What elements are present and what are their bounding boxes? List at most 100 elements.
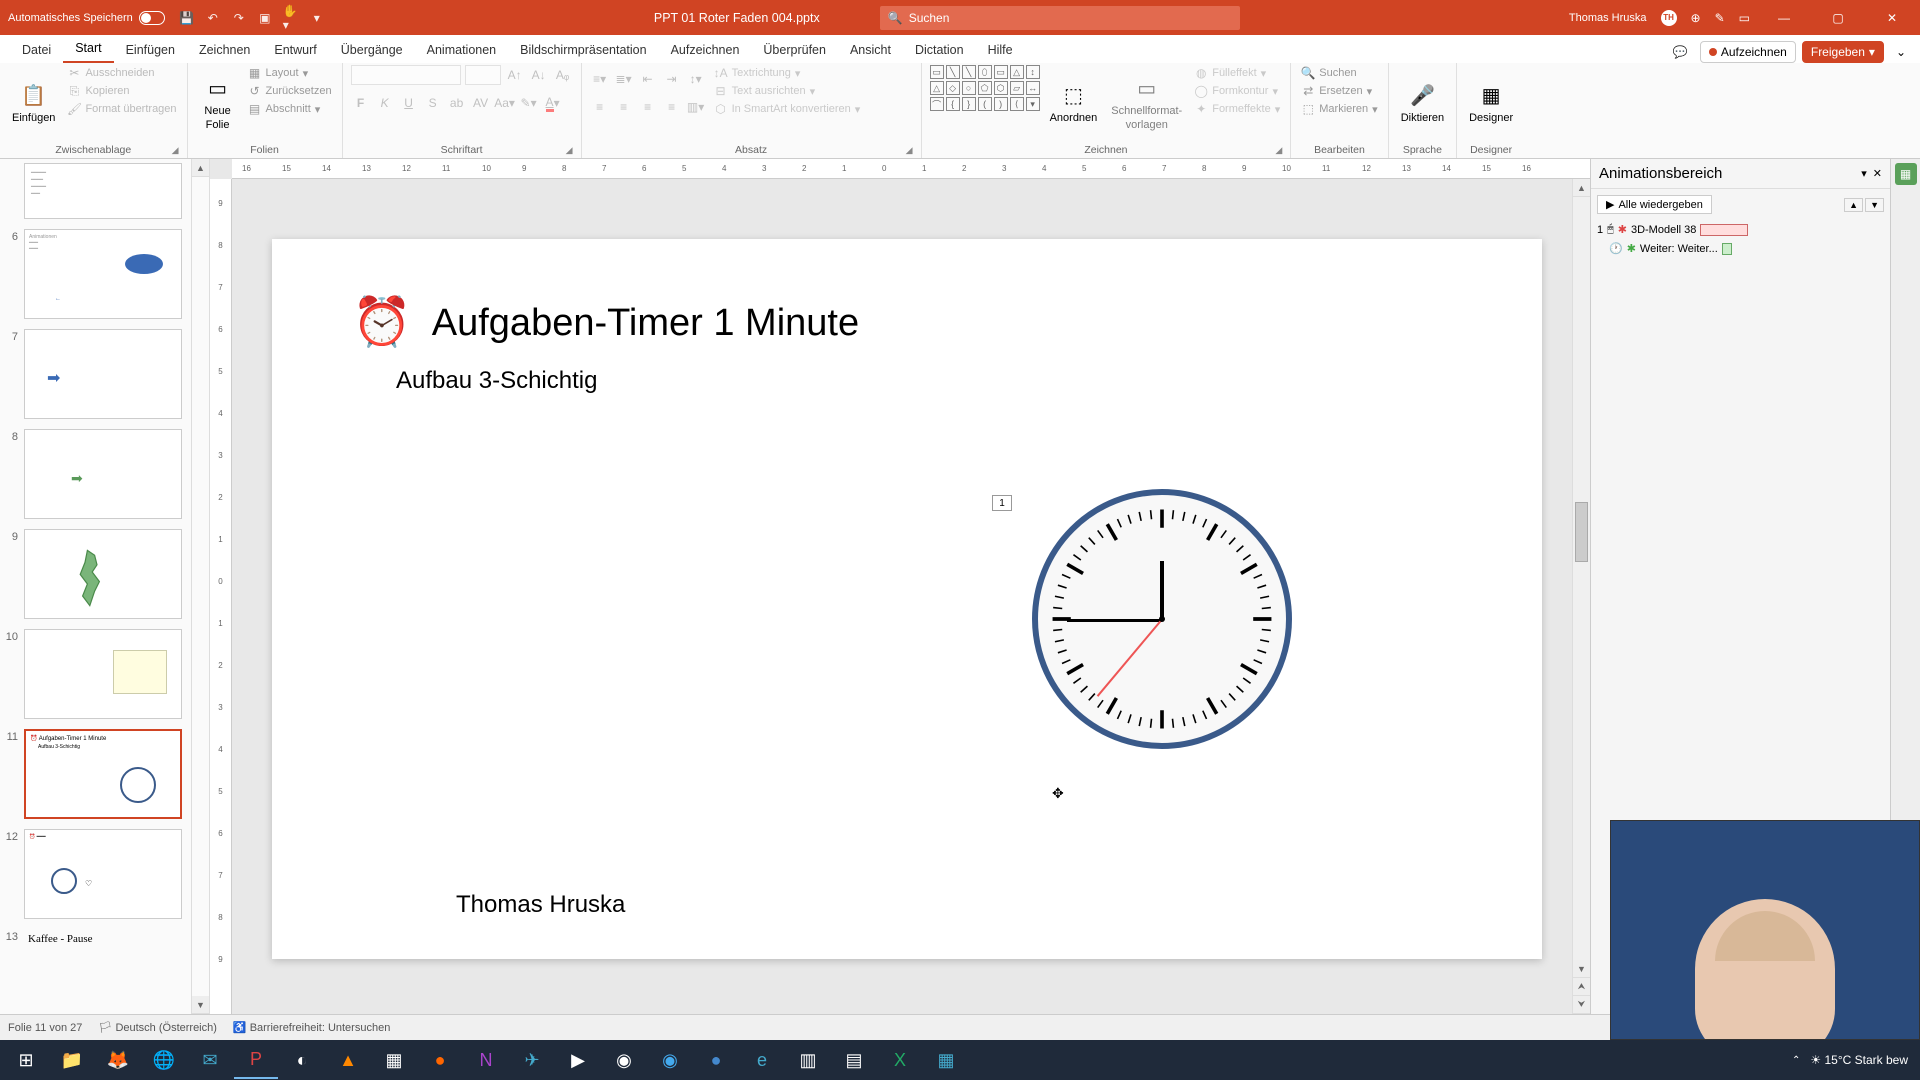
obs-icon[interactable]: ◉ (602, 1041, 646, 1079)
section-button[interactable]: ▤Abschnitt ▾ (246, 101, 334, 117)
slide-canvas[interactable]: ⏰ Aufgaben-Timer 1 Minute Aufbau 3-Schic… (232, 179, 1590, 1014)
arrange-button[interactable]: ⬚Anordnen (1046, 65, 1102, 142)
fill-button[interactable]: ◍Fülleffekt ▾ (1192, 65, 1282, 81)
numbering-icon[interactable]: ≣▾ (614, 69, 634, 89)
scroll-down-icon[interactable]: ▼ (192, 996, 209, 1014)
thumb-8[interactable]: 8➡ (4, 429, 189, 519)
tab-hilfe[interactable]: Hilfe (976, 37, 1025, 63)
new-slide-button[interactable]: ▭ Neue Folie (196, 65, 240, 142)
addon-icon[interactable]: ▦ (1895, 163, 1917, 185)
reset-button[interactable]: ↺Zurücksetzen (246, 83, 334, 99)
select-button[interactable]: ⬚Markieren ▾ (1299, 101, 1379, 117)
decrease-font-icon[interactable]: A↓ (529, 65, 549, 85)
weather-widget[interactable]: ☀ 15°C Stark bew (1810, 1053, 1908, 1067)
tray-expand-icon[interactable]: ⌃ (1792, 1055, 1800, 1066)
file-explorer-icon[interactable]: 📁 (50, 1041, 94, 1079)
thumb-7[interactable]: 7➡ (4, 329, 189, 419)
strike-icon[interactable]: S (423, 93, 443, 113)
line-spacing-icon[interactable]: ↕▾ (686, 69, 706, 89)
scroll-down-icon[interactable]: ▼ (1573, 960, 1590, 978)
minimize-button[interactable]: — (1764, 3, 1804, 33)
save-icon[interactable]: 💾 (179, 10, 195, 26)
launcher-icon[interactable]: ◢ (1275, 145, 1282, 156)
columns-icon[interactable]: ▥▾ (686, 97, 706, 117)
onenote-icon[interactable]: N (464, 1041, 508, 1079)
collapse-ribbon-icon[interactable]: ⌄ (1890, 42, 1912, 62)
shadow-icon[interactable]: ab (447, 93, 467, 113)
pane-close-icon[interactable]: ✕ (1873, 167, 1882, 180)
app-icon[interactable]: ◐ (280, 1041, 324, 1079)
redo-icon[interactable]: ↷ (231, 10, 247, 26)
outlook-icon[interactable]: ✉ (188, 1041, 232, 1079)
accessibility-status[interactable]: ♿ Barrierefreiheit: Untersuchen (233, 1021, 390, 1034)
tab-animationen[interactable]: Animationen (415, 37, 509, 63)
thumb-10[interactable]: 10 (4, 629, 189, 719)
layout-button[interactable]: ▦Layout ▾ (246, 65, 334, 81)
user-name[interactable]: Thomas Hruska (1569, 12, 1647, 24)
autosave-toggle[interactable]: Automatisches Speichern (4, 11, 169, 25)
indent-dec-icon[interactable]: ⇤ (638, 69, 658, 89)
window-options-icon[interactable]: ▭ (1739, 11, 1750, 25)
maximize-button[interactable]: ▢ (1818, 3, 1858, 33)
canvas-scrollbar[interactable]: ▲ ▼ ⮝ ⮟ (1572, 179, 1590, 1014)
tab-dictation[interactable]: Dictation (903, 37, 976, 63)
share-button[interactable]: Freigeben ▾ (1802, 41, 1884, 63)
align-right-icon[interactable]: ≡ (638, 97, 658, 117)
thumb-9[interactable]: 9 (4, 529, 189, 619)
spacing-icon[interactable]: AV (471, 93, 491, 113)
prev-slide-icon[interactable]: ⮝ (1573, 978, 1590, 996)
align-center-icon[interactable]: ≡ (614, 97, 634, 117)
app-icon[interactable]: ● (694, 1041, 738, 1079)
bullets-icon[interactable]: ≡▾ (590, 69, 610, 89)
language-indicator[interactable]: 🏳 Deutsch (Österreich) (98, 1021, 217, 1034)
record-button[interactable]: Aufzeichnen (1700, 41, 1796, 63)
designer-button[interactable]: ▦Designer (1465, 65, 1517, 142)
close-button[interactable]: ✕ (1872, 3, 1912, 33)
effects-button[interactable]: ✦Formeffekte ▾ (1192, 101, 1282, 117)
move-down-icon[interactable]: ▼ (1865, 198, 1884, 212)
anim-item-2[interactable]: 🕐 ✱ Weiter: Weiter... (1591, 239, 1890, 258)
indent-inc-icon[interactable]: ⇥ (662, 69, 682, 89)
text-direction-button[interactable]: ↕ATextrichtung ▾ (712, 65, 863, 81)
thumb-11[interactable]: 11 ⏰ Aufgaben-Timer 1 Minute Aufbau 3-Sc… (4, 729, 189, 819)
excel-icon[interactable]: X (878, 1041, 922, 1079)
replace-button[interactable]: ⇄Ersetzen ▾ (1299, 83, 1379, 99)
tab-einfuegen[interactable]: Einfügen (114, 37, 187, 63)
align-left-icon[interactable]: ≡ (590, 97, 610, 117)
tab-datei[interactable]: Datei (10, 37, 63, 63)
shapes-gallery[interactable]: ▭╲╲⬯▭△↕ △◇○⬠⬡▱↔ ⌒{}()⟨▾ (930, 65, 1040, 142)
slide-subtitle[interactable]: Aufbau 3-Schichtig (396, 367, 1462, 395)
scroll-up-icon[interactable]: ▲ (1573, 179, 1590, 197)
coming-soon-icon[interactable]: ⊕ (1691, 11, 1701, 25)
pane-options-icon[interactable]: ▾ (1861, 167, 1867, 180)
move-up-icon[interactable]: ▲ (1844, 198, 1863, 212)
scroll-up-icon[interactable]: ▲ (192, 159, 209, 177)
tab-ueberpruefen[interactable]: Überprüfen (751, 37, 838, 63)
tab-zeichnen[interactable]: Zeichnen (187, 37, 262, 63)
tab-entwurf[interactable]: Entwurf (262, 37, 328, 63)
italic-icon[interactable]: K (375, 93, 395, 113)
app-icon[interactable]: ▥ (786, 1041, 830, 1079)
app-icon[interactable]: ● (418, 1041, 462, 1079)
thumb-6[interactable]: 6Animationen━━━━━━← (4, 229, 189, 319)
qat-customize-icon[interactable]: ▾ (309, 10, 325, 26)
powerpoint-icon[interactable]: P (234, 1041, 278, 1079)
from-beginning-icon[interactable]: ▣ (257, 10, 273, 26)
quick-styles-button[interactable]: ▭Schnellformat- vorlagen (1107, 65, 1186, 142)
comments-icon[interactable]: 💬 (1667, 42, 1694, 62)
clock-3d-model[interactable]: 1 (1032, 489, 1292, 749)
underline-icon[interactable]: U (399, 93, 419, 113)
thumb-partial[interactable]: ━━━━━━━━━━━━━━━━━ (4, 163, 189, 219)
increase-font-icon[interactable]: A↑ (505, 65, 525, 85)
tab-start[interactable]: Start (63, 35, 113, 63)
edge-icon[interactable]: e (740, 1041, 784, 1079)
tab-uebergaenge[interactable]: Übergänge (329, 37, 415, 63)
anim-item-1[interactable]: 1 🖱 ✱ 3D-Modell 38 (1591, 220, 1890, 239)
find-button[interactable]: 🔍Suchen (1299, 65, 1379, 81)
file-name[interactable]: PPT 01 Roter Faden 004.pptx (654, 11, 820, 25)
tab-bildschirm[interactable]: Bildschirmpräsentation (508, 37, 658, 63)
launcher-icon[interactable]: ◢ (172, 145, 179, 156)
next-slide-icon[interactable]: ⮟ (1573, 996, 1590, 1014)
start-button[interactable]: ⊞ (4, 1041, 48, 1079)
align-text-button[interactable]: ⊟Text ausrichten ▾ (712, 83, 863, 99)
